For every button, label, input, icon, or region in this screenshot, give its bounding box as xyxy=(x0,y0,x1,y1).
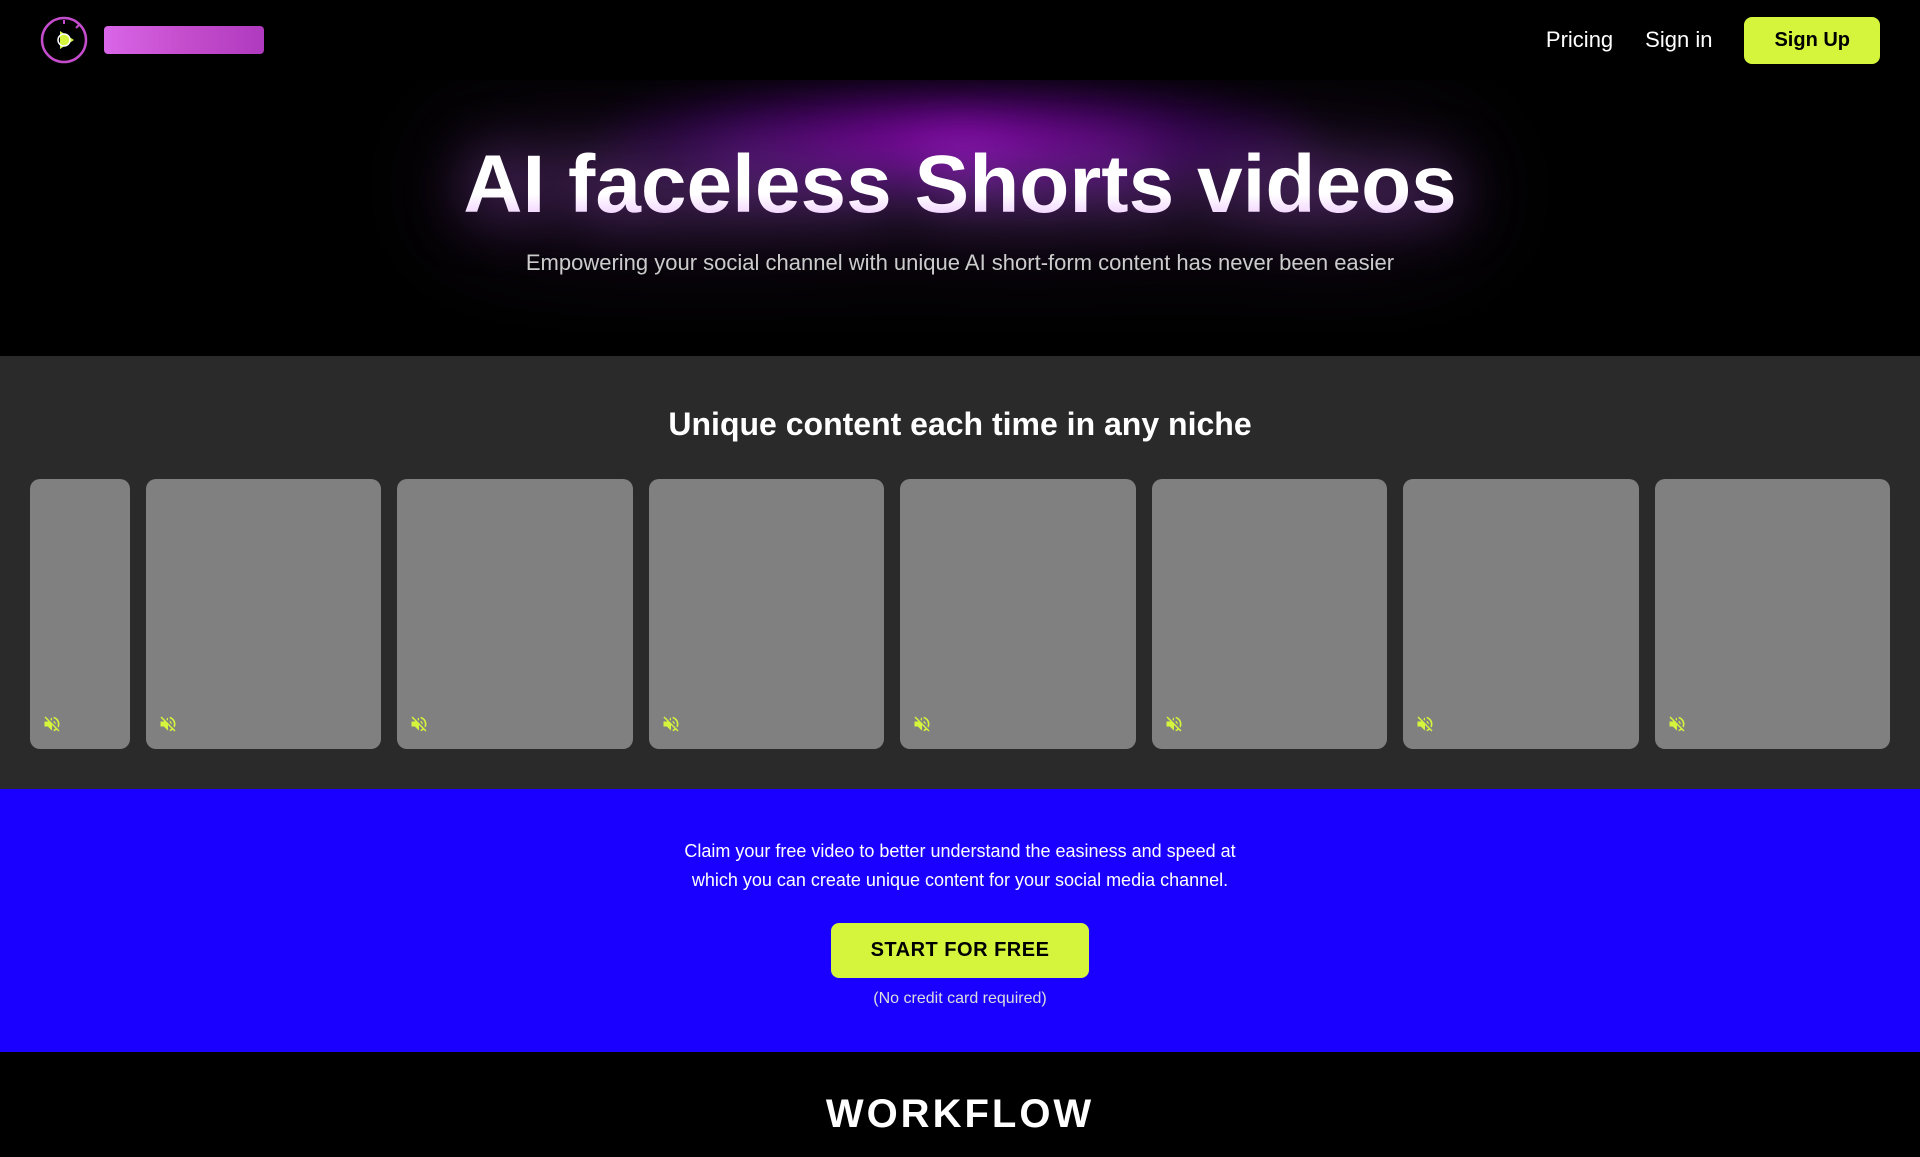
no-cc-label: (No credit card required) xyxy=(40,990,1880,1008)
mute-icon xyxy=(409,714,429,737)
nav-right: Pricing Sign in Sign Up xyxy=(1546,17,1880,64)
video-card[interactable] xyxy=(1403,479,1638,749)
workflow-section: WORKFLOW xyxy=(0,1052,1920,1157)
mute-icon xyxy=(1415,714,1435,737)
cta-text: Claim your free video to better understa… xyxy=(40,837,1880,895)
signup-button[interactable]: Sign Up xyxy=(1744,17,1880,64)
logo-text xyxy=(104,26,264,54)
video-card[interactable] xyxy=(649,479,884,749)
navbar: Pricing Sign in Sign Up xyxy=(0,0,1920,80)
video-card[interactable] xyxy=(900,479,1135,749)
video-card[interactable] xyxy=(1152,479,1387,749)
workflow-title: WORKFLOW xyxy=(40,1092,1880,1137)
mute-icon xyxy=(158,714,178,737)
video-grid xyxy=(0,479,1920,749)
mute-icon xyxy=(912,714,932,737)
start-for-free-button[interactable]: START FOR FREE xyxy=(831,923,1090,978)
video-card[interactable] xyxy=(1655,479,1890,749)
video-card[interactable] xyxy=(30,479,130,749)
hero-subtitle: Empowering your social channel with uniq… xyxy=(40,250,1880,276)
hero-title: AI faceless Shorts videos xyxy=(40,140,1880,230)
mute-icon xyxy=(661,714,681,737)
signin-link[interactable]: Sign in xyxy=(1645,27,1712,53)
logo-icon xyxy=(40,16,88,64)
pricing-link[interactable]: Pricing xyxy=(1546,27,1613,53)
video-card[interactable] xyxy=(397,479,632,749)
mute-icon xyxy=(42,714,62,737)
video-section: Unique content each time in any niche xyxy=(0,356,1920,789)
video-card[interactable] xyxy=(146,479,381,749)
cta-banner: Claim your free video to better understa… xyxy=(0,789,1920,1052)
video-section-title: Unique content each time in any niche xyxy=(0,406,1920,443)
mute-icon xyxy=(1164,714,1184,737)
nav-left xyxy=(40,16,264,64)
hero-section: AI faceless Shorts videos Empowering you… xyxy=(0,80,1920,356)
mute-icon xyxy=(1667,714,1687,737)
